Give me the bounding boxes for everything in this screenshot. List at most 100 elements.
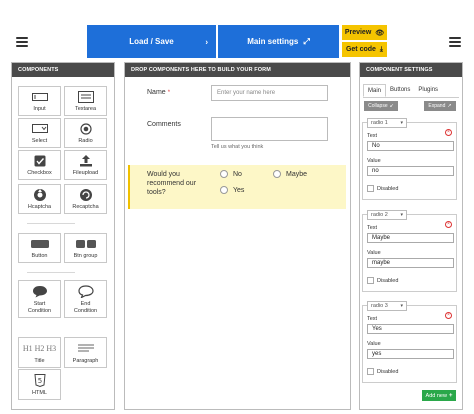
component-radio[interactable]: Radio bbox=[64, 118, 107, 148]
radio-option-maybe[interactable]: Maybe bbox=[273, 170, 307, 178]
disabled-label: Disabled bbox=[377, 368, 399, 375]
name-label: Name * bbox=[147, 89, 171, 96]
name-input[interactable]: Enter your name here bbox=[211, 85, 328, 101]
value-label: Value bbox=[367, 341, 381, 347]
radio-button[interactable] bbox=[220, 186, 228, 194]
svg-text:5: 5 bbox=[37, 377, 41, 385]
radio-item-select[interactable]: radio 3 ▾ bbox=[367, 301, 407, 311]
main-settings-button[interactable]: Main settings ⤢ bbox=[218, 25, 339, 58]
remove-icon[interactable]: × bbox=[445, 312, 452, 319]
component-checkbox[interactable]: Checkbox bbox=[18, 150, 61, 180]
load-save-label: Load / Save bbox=[129, 37, 174, 46]
download-icon: ⤓ bbox=[379, 45, 384, 53]
disabled-checkbox[interactable]: Disabled bbox=[367, 368, 398, 375]
radio-text-input[interactable]: Yes bbox=[367, 324, 454, 334]
main-settings-label: Main settings bbox=[247, 37, 299, 46]
radio-value-input[interactable]: no bbox=[367, 166, 454, 176]
component-label: Textarea bbox=[74, 106, 97, 112]
collapse-button[interactable]: Collapse ↙ bbox=[364, 101, 398, 111]
expand-label: Expand bbox=[428, 103, 446, 109]
text-label: Text bbox=[367, 316, 378, 322]
chevron-down-icon: ▾ bbox=[400, 120, 403, 126]
add-new-label: Add new bbox=[425, 392, 447, 399]
load-save-button[interactable]: Load / Save › bbox=[87, 25, 216, 58]
left-menu-icon[interactable] bbox=[16, 37, 28, 47]
radio-label: Yes bbox=[233, 186, 245, 194]
radio-value-input[interactable]: maybe bbox=[367, 258, 454, 268]
component-label: End Condition bbox=[73, 301, 98, 314]
radio-label: No bbox=[233, 170, 242, 178]
comments-help-text: Tell us what you think bbox=[211, 144, 264, 150]
tab-main[interactable]: Main bbox=[363, 84, 387, 97]
radio-text-input[interactable]: No bbox=[367, 141, 454, 151]
paragraph-icon bbox=[77, 338, 94, 358]
radio-option-yes[interactable]: Yes bbox=[220, 186, 244, 194]
component-select[interactable]: Select bbox=[18, 118, 61, 148]
settings-header: COMPONENT SETTINGS bbox=[360, 63, 462, 77]
radio-item-name: radio 2 bbox=[371, 212, 388, 218]
component-fileupload[interactable]: Fileupload bbox=[64, 150, 107, 180]
tab-buttons[interactable]: Buttons bbox=[386, 84, 414, 97]
component-input[interactable]: Input bbox=[18, 86, 61, 116]
comments-textarea[interactable] bbox=[211, 117, 328, 141]
divider bbox=[27, 272, 75, 273]
remove-icon[interactable]: × bbox=[445, 129, 452, 136]
eye-icon: 👁 bbox=[375, 29, 385, 37]
get-code-label: Get code bbox=[345, 46, 376, 53]
get-code-button[interactable]: Get code ⤓ bbox=[342, 42, 387, 57]
radio-item-select[interactable]: radio 1 ▾ bbox=[367, 118, 407, 128]
settings-tabs: Main Buttons Plugins bbox=[363, 84, 459, 98]
radio-button[interactable] bbox=[273, 170, 281, 178]
radio-value-input[interactable]: yes bbox=[367, 349, 454, 359]
collapse-label: Collapse bbox=[368, 103, 388, 109]
button-icon bbox=[30, 234, 49, 253]
expand-button[interactable]: Expand ↗ bbox=[424, 101, 456, 111]
recaptcha-icon bbox=[79, 185, 93, 204]
component-label: HTML bbox=[32, 390, 47, 396]
component-label: Checkbox bbox=[27, 170, 52, 176]
checkbox-icon bbox=[34, 151, 46, 170]
radio-option-no[interactable]: No bbox=[220, 170, 242, 178]
component-title[interactable]: H1 H2 H3 Title bbox=[18, 337, 61, 368]
input-icon bbox=[31, 87, 48, 106]
component-recaptcha[interactable]: Recaptcha bbox=[64, 184, 107, 214]
heading-glyph: H1 H2 H3 bbox=[22, 343, 57, 353]
checkbox[interactable] bbox=[367, 368, 374, 375]
component-paragraph[interactable]: Paragraph bbox=[64, 337, 107, 368]
preview-button[interactable]: Preview 👁 bbox=[342, 25, 387, 40]
component-button[interactable]: Button bbox=[18, 233, 61, 263]
question-label: Would you recommend our tools? bbox=[147, 171, 197, 196]
radio-settings-block: radio 1 ▾ × Text No Value no Disabled bbox=[362, 118, 457, 200]
remove-icon[interactable]: × bbox=[445, 221, 452, 228]
hcaptcha-icon bbox=[33, 185, 47, 204]
checkbox[interactable] bbox=[367, 277, 374, 284]
component-end-condition[interactable]: End Condition bbox=[64, 280, 107, 318]
add-new-button[interactable]: Add new + bbox=[422, 390, 456, 401]
form-header: DROP COMPONENTS HERE TO BUILD YOUR FORM bbox=[125, 63, 350, 77]
radio-text-input[interactable]: Maybe bbox=[367, 233, 454, 243]
value-label: Value bbox=[367, 250, 381, 256]
collapse-arrows-icon: ↙ bbox=[389, 103, 394, 109]
chevron-right-icon: › bbox=[205, 37, 208, 46]
disabled-label: Disabled bbox=[377, 185, 399, 192]
component-html[interactable]: 5 HTML bbox=[18, 369, 61, 400]
radio-button[interactable] bbox=[220, 170, 228, 178]
component-textarea[interactable]: Textarea bbox=[64, 86, 107, 116]
tab-plugins[interactable]: Plugins bbox=[414, 84, 442, 97]
checkbox[interactable] bbox=[367, 185, 374, 192]
component-start-condition[interactable]: Start Condition bbox=[18, 280, 61, 318]
component-label: Btn group bbox=[73, 253, 98, 259]
right-menu-icon[interactable] bbox=[449, 37, 461, 47]
component-btn-group[interactable]: Btn group bbox=[64, 233, 107, 263]
upload-icon bbox=[79, 151, 93, 170]
plus-icon: + bbox=[448, 392, 453, 399]
component-label: Button bbox=[31, 253, 48, 259]
html5-icon: 5 bbox=[33, 370, 46, 390]
disabled-checkbox[interactable]: Disabled bbox=[367, 277, 398, 284]
component-label: Title bbox=[34, 358, 45, 364]
radio-item-select[interactable]: radio 2 ▾ bbox=[367, 210, 407, 220]
disabled-checkbox[interactable]: Disabled bbox=[367, 185, 398, 192]
radio-label: Maybe bbox=[286, 170, 308, 178]
textarea-icon bbox=[77, 87, 94, 106]
component-hcaptcha[interactable]: Hcaptcha bbox=[18, 184, 61, 214]
